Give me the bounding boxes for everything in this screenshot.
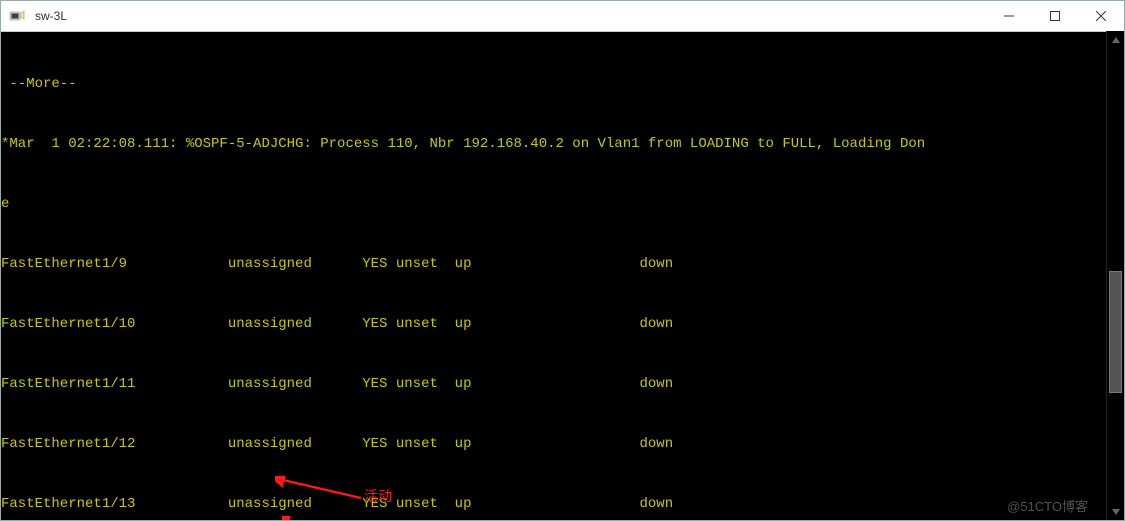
interface-row: FastEthernet1/11 unassigned YES unset up… [1,374,1124,394]
annotation-active: 活动 [364,486,392,506]
terminal-area[interactable]: --More-- *Mar 1 02:22:08.111: %OSPF-5-AD… [1,32,1124,521]
titlebar[interactable]: sw-3L [1,1,1124,32]
interface-row: FastEthernet1/10 unassigned YES unset up… [1,314,1124,334]
minimize-button[interactable] [986,1,1032,31]
app-window: sw-3L --More-- *Mar 1 02:22:08.111: %OSP… [0,0,1125,521]
window-title: sw-3L [33,9,986,23]
log-line: *Mar 1 02:22:08.111: %OSPF-5-ADJCHG: Pro… [1,134,1124,154]
putty-icon [7,6,27,26]
watermark-text: @51CTO博客 [1007,497,1088,517]
scroll-thumb[interactable] [1109,271,1122,393]
more-indicator: --More-- [1,74,1124,94]
close-button[interactable] [1078,1,1124,31]
log-line: e [1,194,1124,214]
interface-row: FastEthernet1/13 unassigned YES unset up… [1,494,1124,514]
scroll-down-button[interactable] [1107,503,1124,520]
scroll-up-button[interactable] [1107,31,1124,48]
arrow-icon [282,516,362,521]
interface-row: FastEthernet1/9 unassigned YES unset up … [1,254,1124,274]
scrollbar[interactable] [1106,31,1124,520]
interface-row: FastEthernet1/12 unassigned YES unset up… [1,434,1124,454]
maximize-button[interactable] [1032,1,1078,31]
